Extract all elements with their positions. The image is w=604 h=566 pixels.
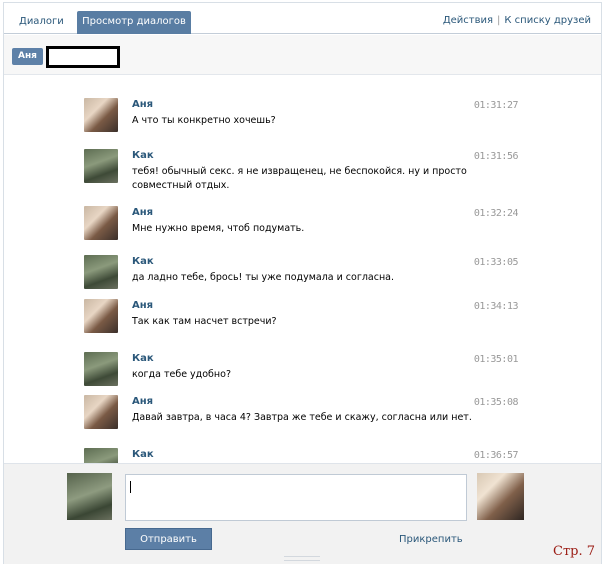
avatar[interactable] xyxy=(84,299,118,333)
message-composer: Отправить Прикрепить Стр. 7 xyxy=(4,463,601,564)
message-author[interactable]: Как xyxy=(132,449,154,460)
avatar[interactable] xyxy=(84,395,118,429)
message-item: Аня 01:34:13 Так как там насчет встречи? xyxy=(4,299,601,349)
message-author[interactable]: Как xyxy=(132,256,154,267)
redacted-surname xyxy=(46,46,120,68)
message-time: 01:33:05 xyxy=(473,257,519,268)
avatar[interactable] xyxy=(84,98,118,132)
message-author[interactable]: Аня xyxy=(132,396,153,407)
avatar[interactable] xyxy=(84,448,118,463)
contact-name-chip[interactable]: Аня xyxy=(12,48,43,65)
message-author[interactable]: Аня xyxy=(132,207,153,218)
message-author[interactable]: Как xyxy=(132,353,154,364)
message-text: тебя! обычный секс. я не извращенец, не … xyxy=(132,166,467,191)
friends-list-link[interactable]: К списку друзей xyxy=(504,15,591,26)
page-number-mark: Стр. 7 xyxy=(553,544,595,559)
message-text: когда тебе удобно? xyxy=(132,369,231,380)
avatar[interactable] xyxy=(84,206,118,240)
actions-separator: | xyxy=(497,15,501,26)
message-time: 01:35:01 xyxy=(473,354,519,365)
message-time: 01:32:24 xyxy=(473,208,519,219)
message-time: 01:31:27 xyxy=(473,100,519,111)
tab-view-dialogs[interactable]: Просмотр диалогов xyxy=(77,11,191,34)
partner-avatar[interactable] xyxy=(477,473,524,520)
message-item: Как 01:31:56 тебя! обычный секс. я не из… xyxy=(4,149,601,199)
top-actions: Действия | К списку друзей xyxy=(443,15,591,26)
message-item: Аня 01:35:08 Давай завтра, в часа 4? Зав… xyxy=(4,395,601,445)
message-item: Как 01:33:05 да ладно тебе, брось! ты уж… xyxy=(4,255,601,305)
message-text: Мне нужно время, чтоб подумать. xyxy=(132,223,305,234)
message-author[interactable]: Как xyxy=(132,150,154,161)
message-time: 01:34:13 xyxy=(473,301,519,312)
attach-link[interactable]: Прикрепить xyxy=(399,534,463,545)
tab-dialogs[interactable]: Диалоги xyxy=(10,11,73,34)
send-button[interactable]: Отправить xyxy=(125,528,212,550)
message-text: Давай завтра, в часа 4? Завтра же тебе и… xyxy=(132,412,472,423)
text-caret xyxy=(130,481,131,493)
avatar[interactable] xyxy=(84,149,118,183)
message-author[interactable]: Аня xyxy=(132,300,153,311)
message-item: Как 01:36:57 xyxy=(4,448,601,463)
message-text: А что ты конкретно хочешь? xyxy=(132,115,276,126)
message-text: да ладно тебе, брось! ты уже подумала и … xyxy=(132,272,394,283)
resize-grip[interactable] xyxy=(284,556,320,561)
conversation-header: Аня xyxy=(4,35,601,75)
message-input[interactable] xyxy=(125,474,467,521)
tab-bar: Диалоги Просмотр диалогов Действия | К спи… xyxy=(4,3,601,34)
message-time: 01:36:57 xyxy=(473,450,519,461)
message-list[interactable]: Аня 01:31:27 А что ты конкретно хочешь? … xyxy=(4,76,601,463)
message-item: Аня 01:32:24 Мне нужно время, чтоб подум… xyxy=(4,206,601,256)
own-avatar[interactable] xyxy=(67,473,112,520)
avatar[interactable] xyxy=(84,352,118,386)
message-time: 01:35:08 xyxy=(473,397,519,408)
message-text: Так как там насчет встречи? xyxy=(132,316,277,327)
actions-link[interactable]: Действия xyxy=(443,15,493,26)
message-item: Аня 01:31:27 А что ты конкретно хочешь? xyxy=(4,98,601,148)
dialog-window: Диалоги Просмотр диалогов Действия | К спи… xyxy=(3,2,602,564)
message-time: 01:31:56 xyxy=(473,151,519,162)
avatar[interactable] xyxy=(84,255,118,289)
message-author[interactable]: Аня xyxy=(132,99,153,110)
